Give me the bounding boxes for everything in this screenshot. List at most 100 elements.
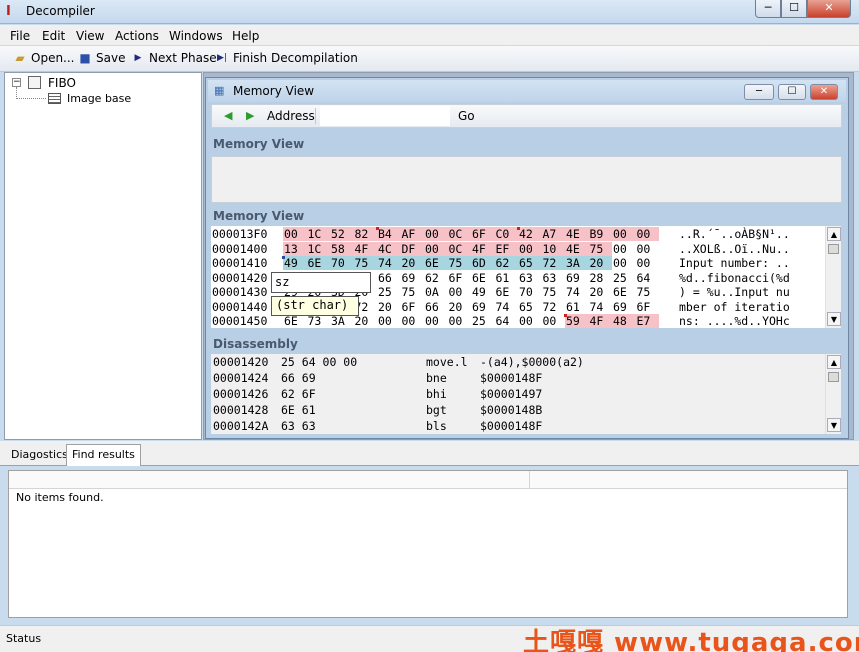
hex-byte[interactable]: 00	[448, 285, 472, 299]
disasm-operands[interactable]: $0000148F	[480, 419, 542, 433]
scroll-down-icon[interactable]: ▼	[827, 418, 841, 432]
hex-byte[interactable]: 0C	[447, 227, 471, 241]
hex-byte[interactable]: DF	[400, 241, 424, 256]
child-minimize-button[interactable]: ─	[744, 84, 774, 100]
hex-byte[interactable]: 6E	[471, 271, 495, 285]
hex-byte[interactable]: 4E	[565, 241, 589, 256]
hex-byte[interactable]: 00	[612, 242, 636, 256]
hex-byte[interactable]: 70	[330, 256, 354, 270]
hex-byte[interactable]: 69	[565, 271, 589, 285]
next-phase-button[interactable]: ▶ Next Phase	[130, 51, 217, 65]
hex-byte[interactable]: 75	[636, 285, 660, 299]
tree-item-image-base[interactable]: Image base	[67, 92, 131, 105]
hex-byte[interactable]: 4F	[471, 241, 495, 256]
hex-byte[interactable]: 65	[518, 300, 542, 314]
hex-byte[interactable]: 62	[494, 256, 518, 270]
hex-byte[interactable]: 20	[400, 256, 424, 270]
hex-byte[interactable]: 49	[283, 256, 307, 270]
hex-byte[interactable]: 0C	[447, 241, 471, 256]
hex-byte[interactable]: A7	[541, 227, 565, 241]
hex-byte[interactable]: 69	[612, 300, 636, 314]
disasm-operands[interactable]: $0000148B	[480, 403, 542, 417]
hex-byte[interactable]: 65	[518, 256, 542, 270]
scroll-up-icon[interactable]: ▲	[827, 355, 841, 369]
hex-byte[interactable]: 63	[518, 271, 542, 285]
hex-byte[interactable]: 72	[542, 300, 566, 314]
hex-byte[interactable]: EF	[494, 241, 518, 256]
hex-byte[interactable]: 70	[518, 285, 542, 299]
minimize-button[interactable]: ─	[755, 0, 781, 18]
hex-byte[interactable]: 4C	[377, 241, 401, 256]
hex-byte[interactable]: 74	[495, 300, 519, 314]
hex-byte[interactable]: 28	[589, 271, 613, 285]
hex-byte[interactable]: 6D	[471, 256, 495, 270]
scroll-thumb[interactable]	[828, 372, 839, 382]
hex-byte[interactable]: 6E	[283, 314, 307, 328]
hex-byte[interactable]: 20	[354, 314, 378, 328]
column-divider[interactable]	[529, 471, 530, 489]
hex-byte[interactable]: 59	[565, 314, 589, 328]
tab-find-results[interactable]: Find results	[66, 444, 141, 466]
hex-byte[interactable]: 64	[495, 314, 519, 328]
project-tree[interactable]: − FIBO Image base	[4, 72, 202, 440]
hex-byte[interactable]: 62	[424, 271, 448, 285]
save-button[interactable]: ■ Save	[77, 51, 125, 65]
back-arrow-icon[interactable]: ◀	[224, 109, 232, 122]
hex-byte[interactable]: 49	[471, 285, 495, 299]
hex-byte[interactable]: 00	[424, 314, 448, 328]
hex-scrollbar[interactable]: ▲ ▼	[825, 226, 841, 328]
disasm-operands[interactable]: $0000148F	[480, 371, 542, 385]
go-button[interactable]: Go	[458, 109, 475, 123]
tree-root-fibo[interactable]: FIBO	[48, 76, 76, 90]
hex-byte[interactable]: 00	[283, 227, 307, 241]
hex-byte[interactable]: 4F	[588, 314, 612, 328]
scroll-thumb[interactable]	[828, 244, 839, 254]
open-button[interactable]: ▰ Open...	[12, 51, 74, 65]
hex-byte[interactable]: 75	[542, 285, 566, 299]
hex-byte[interactable]: 00	[518, 314, 542, 328]
hex-byte[interactable]: C0	[494, 227, 518, 241]
hex-byte[interactable]: 6E	[306, 256, 330, 270]
hex-byte[interactable]: 72	[541, 256, 565, 270]
hex-byte[interactable]: 75	[588, 241, 612, 256]
menu-view[interactable]: View	[76, 29, 104, 43]
disasm-operands[interactable]: -(a4),$0000(a2)	[480, 355, 584, 369]
hex-byte[interactable]: 20	[589, 285, 613, 299]
hex-byte[interactable]: 64	[636, 271, 660, 285]
menu-actions[interactable]: Actions	[115, 29, 159, 43]
hex-byte[interactable]: 69	[401, 271, 425, 285]
hex-byte[interactable]: 73	[307, 314, 331, 328]
hex-byte[interactable]: 20	[377, 300, 401, 314]
address-input[interactable]	[320, 106, 450, 126]
hex-byte[interactable]: 1C	[306, 241, 330, 256]
hex-byte[interactable]: AF	[400, 227, 424, 241]
hex-byte[interactable]: 74	[565, 285, 589, 299]
scroll-down-icon[interactable]: ▼	[827, 312, 841, 326]
hex-byte[interactable]: 6F	[448, 271, 472, 285]
hex-byte[interactable]: 13	[283, 241, 307, 256]
tab-diagnostics[interactable]: Diagostics	[6, 445, 73, 466]
menu-windows[interactable]: Windows	[169, 29, 223, 43]
menu-edit[interactable]: Edit	[42, 29, 65, 43]
hex-byte[interactable]: 00	[424, 241, 448, 256]
hex-byte[interactable]: 25	[612, 271, 636, 285]
hex-byte[interactable]: 00	[424, 227, 448, 241]
hex-byte[interactable]: 6E	[612, 285, 636, 299]
hex-byte[interactable]: 52	[330, 227, 354, 241]
hex-byte[interactable]: 25	[471, 314, 495, 328]
hex-byte[interactable]: 20	[448, 300, 472, 314]
menu-help[interactable]: Help	[232, 29, 259, 43]
child-maximize-button[interactable]: ☐	[778, 84, 806, 100]
hex-byte[interactable]: 10	[541, 241, 565, 256]
hex-byte[interactable]: 82	[353, 227, 377, 241]
disassembly-list[interactable]: 00001420 25 64 00 00 move.l -(a4),$0000(a2)…	[211, 354, 825, 434]
type-edit-input[interactable]: sz	[271, 272, 371, 293]
disasm-operands[interactable]: $00001497	[480, 387, 542, 401]
hex-byte[interactable]: 6E	[495, 285, 519, 299]
hex-byte[interactable]: 6F	[636, 300, 660, 314]
hex-byte[interactable]: 00	[635, 227, 659, 241]
hex-byte[interactable]: 00	[612, 256, 636, 270]
hex-byte[interactable]: 00	[542, 314, 566, 328]
child-close-button[interactable]: ✕	[810, 84, 838, 100]
hex-byte[interactable]: 4F	[353, 241, 377, 256]
